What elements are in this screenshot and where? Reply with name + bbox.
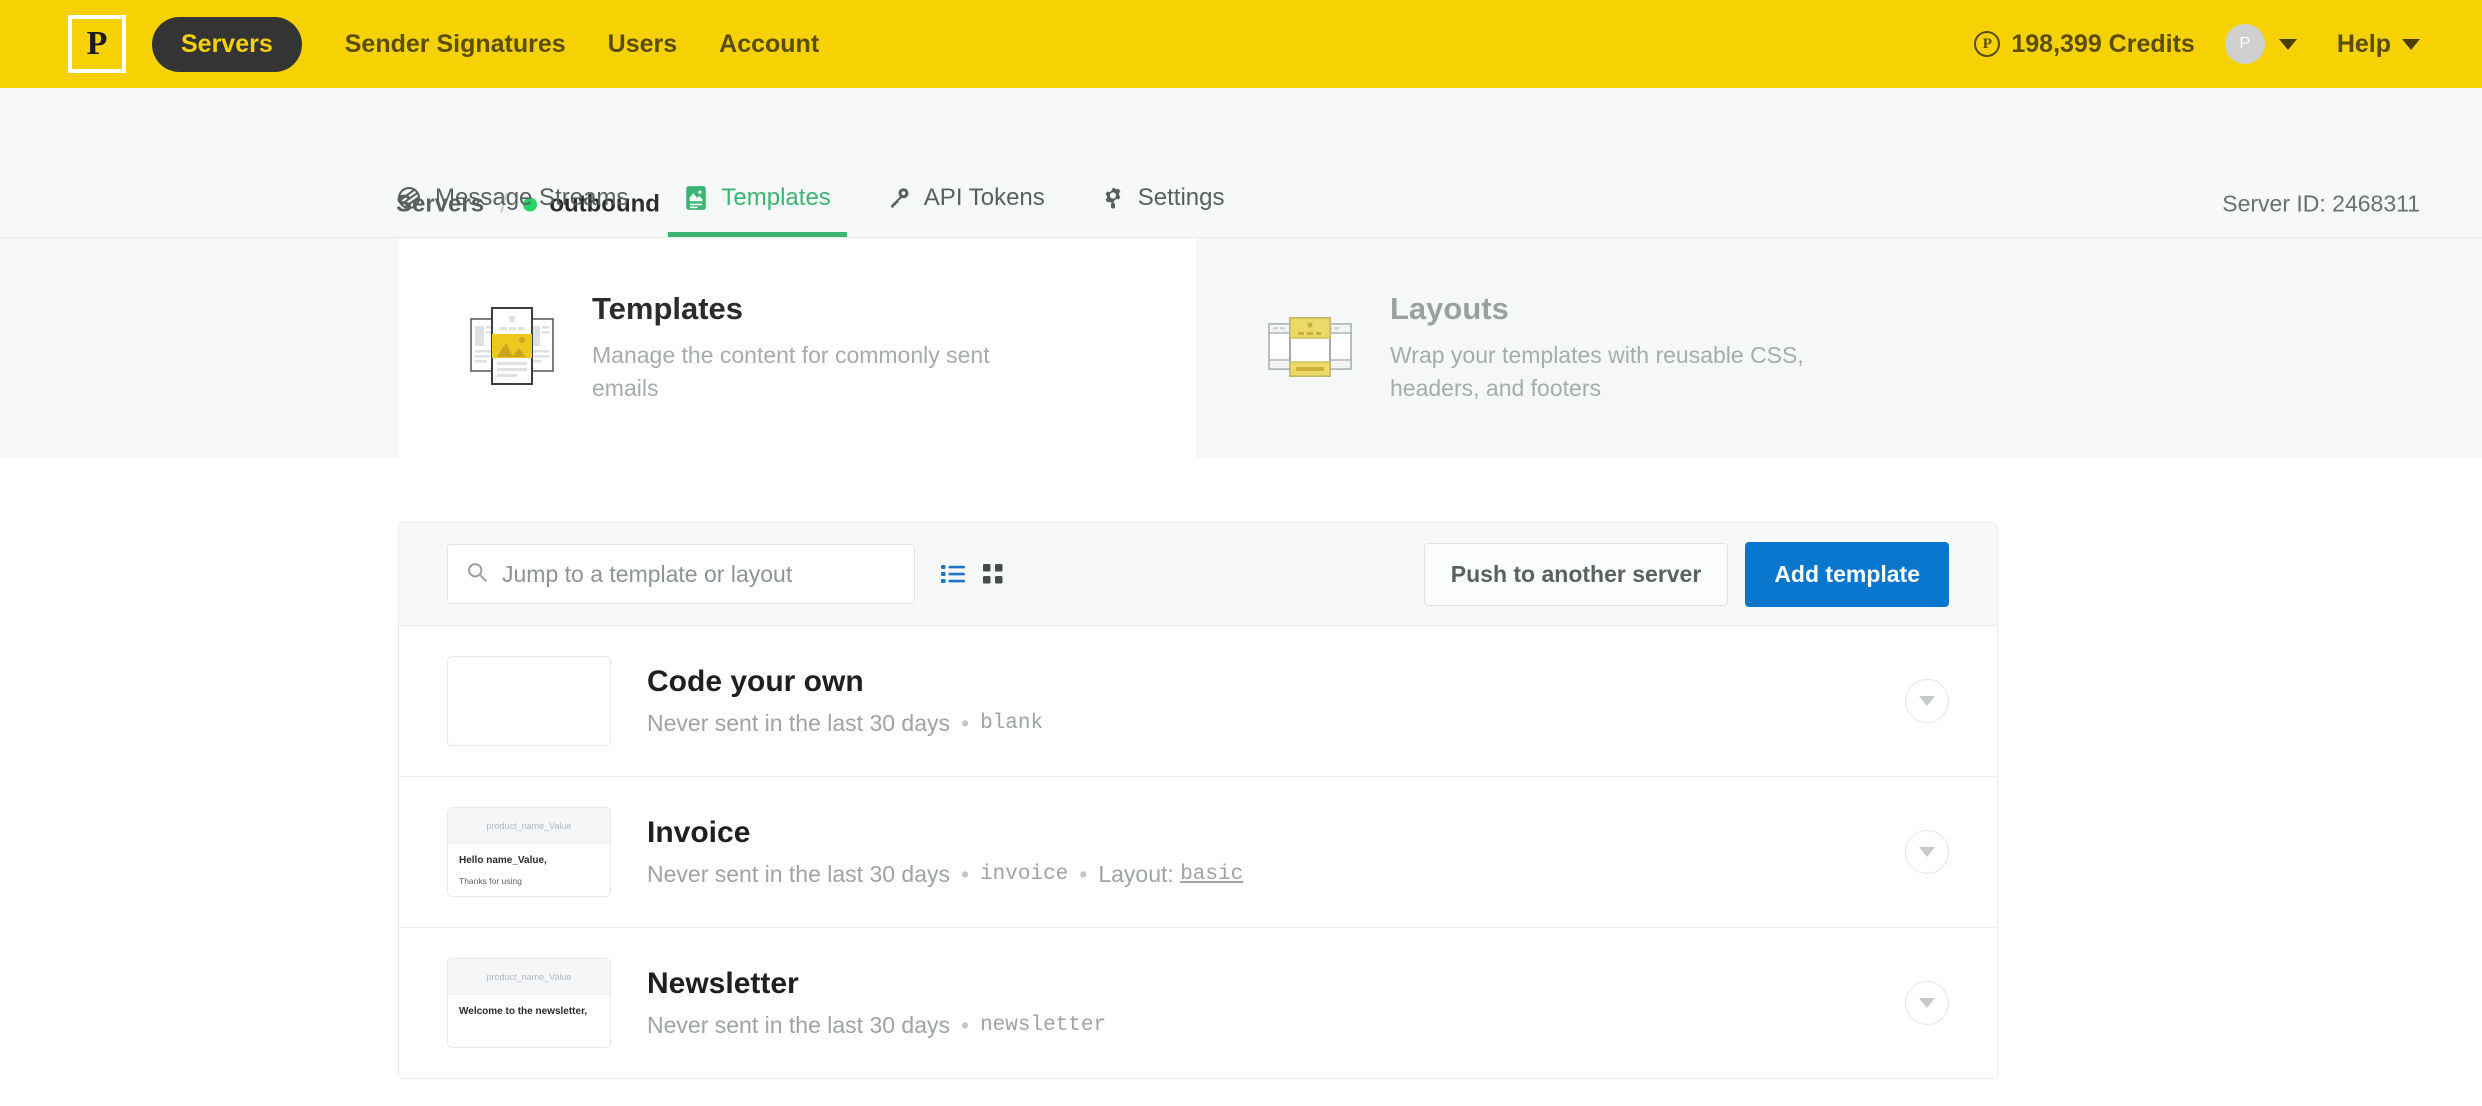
server-id-label: Server ID: 2468311 (2222, 190, 2420, 217)
search-icon (466, 561, 488, 588)
template-layout-label: Layout: (1098, 861, 1174, 887)
table-row[interactable]: Code your own Never sent in the last 30 … (399, 626, 1997, 777)
thumbnail-body: Hello name_Value, Thanks for using (448, 844, 610, 887)
template-alias: invoice (980, 863, 1069, 886)
template-meta: Never sent in the last 30 days • newslet… (647, 1012, 1905, 1039)
thumbnail-line-2: Thanks for using (459, 875, 522, 886)
tab-api-tokens[interactable]: API Tokens (871, 184, 1061, 237)
view-toggle-group (941, 564, 1021, 584)
list-view-icon[interactable] (941, 564, 965, 584)
templates-stack-icon (470, 306, 554, 391)
help-chevron-down-icon (2402, 38, 2420, 50)
tab-label: Templates (721, 184, 831, 211)
help-menu[interactable]: Help (2337, 30, 2420, 59)
template-sent-status: Never sent in the last 30 days (647, 861, 950, 887)
tab-label: Message Streams (435, 184, 629, 211)
templates-toolbar: Push to another server Add template (399, 523, 1997, 626)
account-chevron-down-icon[interactable] (2278, 38, 2297, 50)
template-info: Code your own Never sent in the last 30 … (647, 665, 1905, 737)
templates-list-region: Push to another server Add template Code… (0, 458, 2482, 1079)
key-icon (887, 186, 911, 210)
tab-settings[interactable]: Settings (1085, 184, 1241, 237)
thumbnail-header: product_name_Value (448, 808, 610, 844)
row-menu-button[interactable] (1905, 830, 1949, 874)
mode-card-description: Manage the content for commonly sent ema… (592, 342, 990, 401)
template-alias: newsletter (980, 1014, 1107, 1037)
mode-card-title: Templates (592, 291, 744, 327)
template-info: Invoice Never sent in the last 30 days •… (647, 816, 1905, 888)
grid-view-icon[interactable] (983, 564, 1003, 584)
tab-templates[interactable]: Templates (668, 184, 847, 237)
template-name: Newsletter (647, 967, 799, 1000)
table-row[interactable]: product_name_Value Hello name_Value, Tha… (399, 777, 1997, 928)
credit-coin-icon: P (1974, 31, 2001, 57)
nav-item-servers[interactable]: Servers (152, 16, 302, 72)
template-meta: Never sent in the last 30 days • invoice… (647, 861, 1905, 888)
tab-label: Settings (1137, 184, 1225, 211)
thumbnail-line-1: Hello name_Value, (459, 855, 547, 866)
toolbar-actions: Push to another server Add template (1423, 541, 1949, 607)
tab-message-streams[interactable]: Message Streams (396, 184, 644, 237)
chevron-down-icon (1919, 998, 1935, 1008)
thumbnail-header: product_name_Value (448, 959, 610, 995)
mode-card-templates[interactable]: Templates Manage the content for commonl… (398, 238, 1196, 458)
template-thumbnail: product_name_Value Welcome to the newsle… (447, 958, 611, 1048)
thumbnail-line-1: Welcome to the newsletter, (459, 1006, 588, 1017)
meta-separator: • (961, 861, 970, 887)
template-layout-link[interactable]: basic (1180, 863, 1243, 886)
top-navigation-bar: P Servers Sender Signatures Users Accoun… (0, 0, 2482, 88)
credits-indicator[interactable]: P 198,399 Credits (1974, 29, 2195, 59)
template-meta: Never sent in the last 30 days • blank (647, 710, 1905, 737)
logo-letter: P (72, 19, 122, 69)
row-menu-button[interactable] (1905, 981, 1949, 1025)
template-name: Invoice (647, 816, 751, 849)
search-input[interactable] (500, 559, 896, 589)
mode-card-title: Layouts (1390, 291, 1509, 327)
table-row[interactable]: product_name_Value Welcome to the newsle… (399, 928, 1997, 1078)
template-thumbnail: product_name_Value Hello name_Value, Tha… (447, 807, 611, 897)
meta-separator: • (961, 710, 970, 736)
postmark-logo[interactable]: P (68, 15, 126, 73)
row-menu-button[interactable] (1905, 679, 1949, 723)
chevron-down-icon (1919, 696, 1935, 706)
help-label: Help (2336, 29, 2391, 58)
layouts-stack-icon (1268, 306, 1352, 391)
meta-separator: • (961, 1012, 970, 1038)
mode-card-band: Templates Manage the content for commonl… (0, 238, 2482, 458)
template-name: Code your own (647, 665, 864, 698)
mode-card-layouts[interactable]: Layouts Wrap your templates with reusabl… (1196, 238, 1996, 458)
template-info: Newsletter Never sent in the last 30 day… (647, 967, 1905, 1039)
avatar[interactable]: P (2224, 24, 2265, 64)
chevron-down-icon (1919, 847, 1935, 857)
meta-separator: • (1079, 861, 1088, 887)
push-to-another-server-button[interactable]: Push to another server (1423, 542, 1729, 606)
nav-item-sender-signatures[interactable]: Sender Signatures (345, 30, 566, 59)
template-thumbnail (447, 656, 611, 746)
mode-card-description: Wrap your templates with reusable CSS, h… (1390, 342, 1804, 401)
server-tabs: Message Streams Templates API Tokens Set… (396, 184, 1264, 237)
top-navigation-right: P 198,399 Credits P Help (1974, 24, 2420, 64)
nav-item-account[interactable]: Account (719, 30, 819, 59)
gear-icon (1101, 186, 1125, 210)
tab-label: API Tokens (923, 184, 1045, 211)
thumbnail-body: Welcome to the newsletter, (448, 995, 610, 1019)
add-template-button[interactable]: Add template (1745, 541, 1949, 607)
server-subheader: Servers / outbound Server ID: 2468311 Me… (0, 88, 2482, 238)
templates-panel: Push to another server Add template Code… (398, 522, 1998, 1079)
template-sent-status: Never sent in the last 30 days (647, 710, 950, 736)
template-alias: blank (980, 712, 1044, 735)
streams-icon (396, 185, 422, 211)
credits-label: 198,399 Credits (2011, 29, 2195, 58)
search-box[interactable] (447, 544, 915, 604)
nav-item-users[interactable]: Users (608, 30, 678, 59)
template-icon (684, 185, 708, 211)
template-sent-status: Never sent in the last 30 days (647, 1012, 950, 1038)
